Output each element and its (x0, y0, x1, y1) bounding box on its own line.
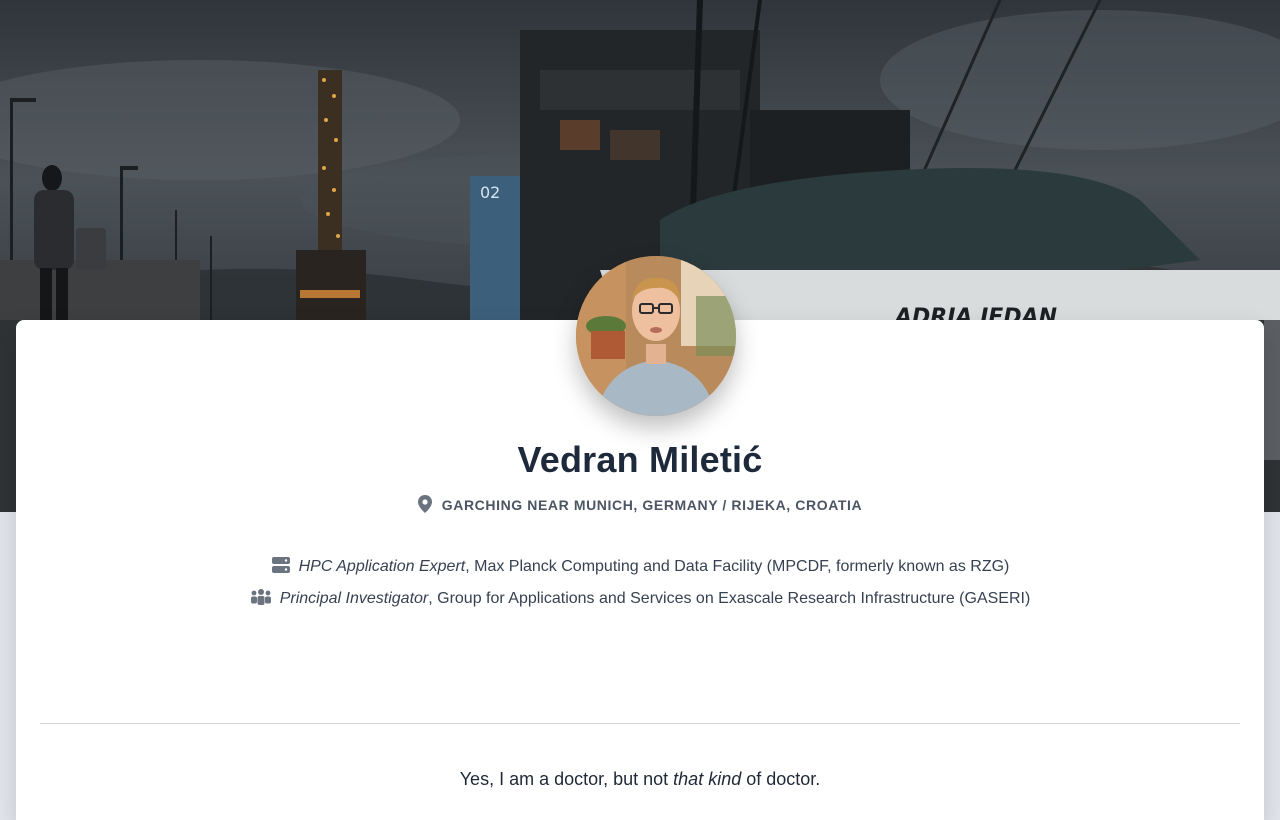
location-line: GARCHING NEAR MUNICH, GERMANY / RIJEKA, … (0, 494, 1280, 516)
section-divider (40, 723, 1240, 724)
role-organization: , Group for Applications and Services on… (428, 590, 1031, 607)
tagline-end: of doctor. (741, 769, 821, 789)
tagline-start: Yes, I am a doctor, but not (459, 769, 674, 789)
users-icon (250, 588, 272, 610)
tagline: Yes, I am a doctor, but not that kind of… (0, 766, 1280, 792)
avatar (576, 256, 736, 416)
role-title: HPC Application Expert (298, 558, 466, 575)
role-item: Principal Investigator, Group for Applic… (0, 587, 1280, 611)
server-icon (271, 556, 291, 578)
role-organization: , Max Planck Computing and Data Facility… (465, 558, 1010, 575)
map-marker-icon (417, 494, 432, 516)
profile-name: Vedran Miletić (517, 439, 763, 480)
post-number-label: 02 (480, 183, 500, 202)
profile-photo (576, 256, 736, 416)
role-item: HPC Application Expert, Max Planck Compu… (0, 555, 1280, 579)
tagline-emphasis: that kind (673, 769, 742, 789)
location-text: GARCHING NEAR MUNICH, GERMANY / RIJEKA, … (441, 497, 863, 513)
role-title: Principal Investigator (279, 590, 429, 607)
